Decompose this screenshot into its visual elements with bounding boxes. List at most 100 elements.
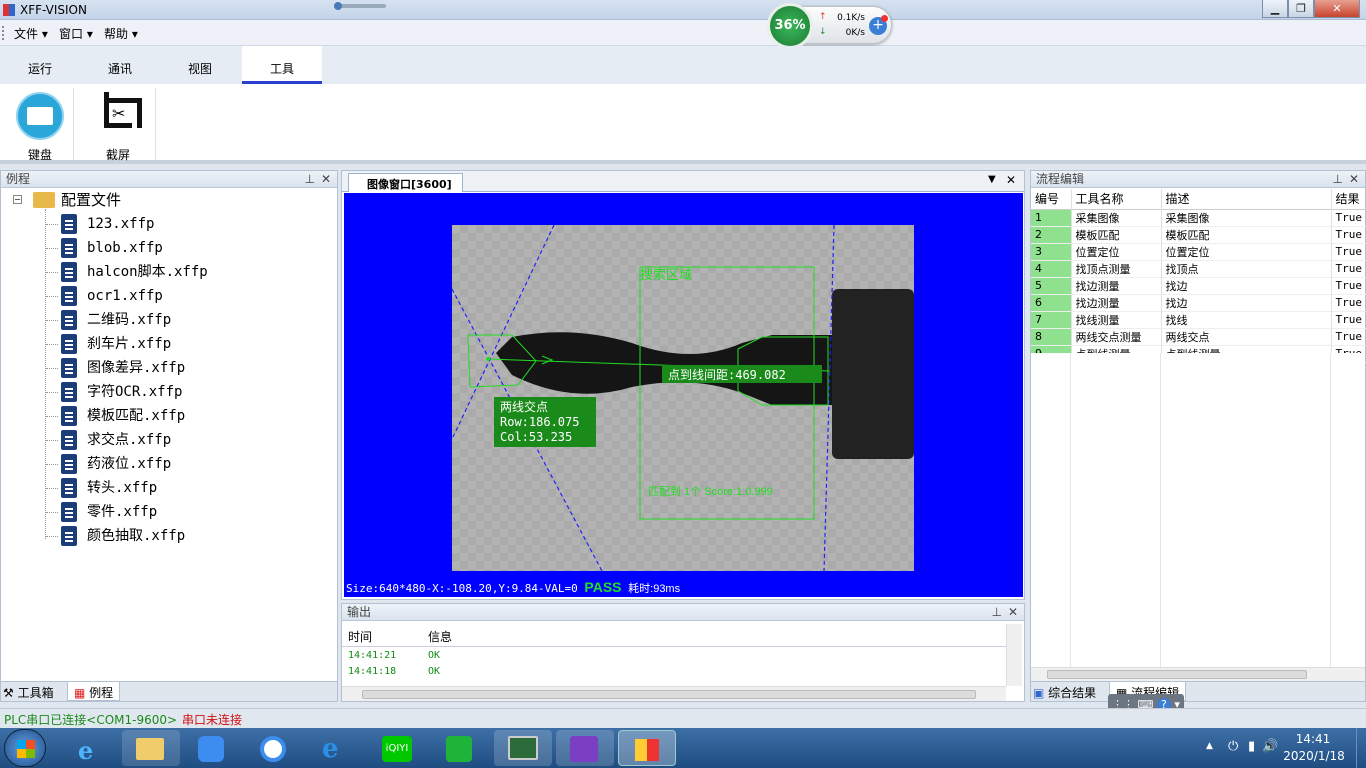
flow-row[interactable]: 2 模板匹配 模板匹配 True bbox=[1031, 226, 1366, 243]
tab-view[interactable]: 视图 bbox=[160, 60, 240, 77]
menu-file[interactable]: 文件 ▾ bbox=[14, 25, 48, 42]
tree-item[interactable]: 字符OCR.xffp bbox=[46, 381, 182, 403]
close-button[interactable]: ✕ bbox=[1314, 0, 1360, 18]
tree-item[interactable]: 图像差异.xffp bbox=[46, 357, 185, 379]
flow-col-result[interactable]: 结果 bbox=[1331, 189, 1366, 209]
flow-row[interactable]: 7 找线测量 找线 True bbox=[1031, 311, 1366, 328]
flow-row[interactable]: 6 找边测量 找边 True bbox=[1031, 294, 1366, 311]
pin-icon[interactable]: ⊥ bbox=[992, 604, 1002, 620]
flow-cell-result: True bbox=[1331, 226, 1366, 243]
pin-icon[interactable]: ⊥ bbox=[305, 171, 315, 187]
flow-col-desc[interactable]: 描述 bbox=[1161, 189, 1332, 209]
flow-cell-desc: 找边 bbox=[1161, 277, 1332, 294]
tab-dropdown-icon[interactable]: ▼ bbox=[988, 174, 996, 185]
flow-col-name[interactable]: 工具名称 bbox=[1071, 189, 1162, 209]
tray-expand-icon[interactable]: ▲ bbox=[1206, 741, 1213, 751]
tree-item[interactable]: 123.xffp bbox=[46, 213, 155, 235]
volume-icon[interactable]: 🔊 bbox=[1262, 739, 1278, 754]
keyboard-button[interactable]: 键盘 bbox=[6, 88, 74, 162]
file-icon bbox=[61, 526, 77, 546]
drive-taskbar-icon[interactable] bbox=[430, 730, 488, 766]
tree-item[interactable]: 颜色抽取.xffp bbox=[46, 525, 185, 547]
vision-app-taskbar-icon[interactable] bbox=[494, 730, 552, 766]
horizontal-scrollbar[interactable] bbox=[1031, 667, 1365, 681]
screenshot-button[interactable]: ✂ 截屏 bbox=[80, 88, 156, 162]
tree-item[interactable]: ocr1.xffp bbox=[46, 285, 163, 307]
flow-panel-header: 流程编辑 ⊥ ✕ bbox=[1031, 171, 1365, 188]
ie-taskbar-icon[interactable]: e bbox=[62, 730, 120, 766]
tab-run[interactable]: 运行 bbox=[0, 60, 80, 77]
close-icon[interactable]: ✕ bbox=[1008, 604, 1018, 620]
tree-item[interactable]: 二维码.xffp bbox=[46, 309, 171, 331]
tab-summary[interactable]: ▣ 综合结果 bbox=[1033, 684, 1096, 701]
table-row-info: OK bbox=[428, 666, 441, 677]
tree-connector bbox=[46, 248, 58, 249]
clock-time[interactable]: 14:41 bbox=[1286, 732, 1340, 746]
flow-cell-desc: 模板匹配 bbox=[1161, 226, 1332, 243]
flow-row[interactable]: 3 位置定位 位置定位 True bbox=[1031, 243, 1366, 260]
tree-item[interactable]: halcon脚本.xffp bbox=[46, 261, 208, 283]
tab-comm[interactable]: 通讯 bbox=[80, 60, 160, 77]
network-speed-widget[interactable]: 36% ↑ 0.1K/s ↓ 0K/s + bbox=[767, 3, 892, 49]
baidu-netdisk-taskbar-icon[interactable] bbox=[244, 730, 302, 766]
power-icon[interactable]: ⏻ bbox=[1228, 739, 1238, 754]
menu-window[interactable]: 窗口 ▾ bbox=[59, 25, 93, 42]
vertical-scrollbar[interactable] bbox=[1006, 624, 1022, 686]
tab-toolbox[interactable]: ⚒ 工具箱 bbox=[3, 684, 54, 701]
flow-cell-name: 采集图像 bbox=[1071, 209, 1162, 226]
minimize-button[interactable]: ▁ bbox=[1262, 0, 1288, 18]
ie-browser-taskbar-icon[interactable]: e bbox=[306, 730, 364, 766]
flow-cell-name: 找边测量 bbox=[1071, 277, 1162, 294]
tree-item[interactable]: 转头.xffp bbox=[46, 477, 157, 499]
flow-row[interactable]: 1 采集图像 采集图像 True bbox=[1031, 209, 1366, 226]
output-col-info[interactable]: 信息 bbox=[428, 628, 452, 645]
flow-row[interactable]: 5 找边测量 找边 True bbox=[1031, 277, 1366, 294]
horizontal-scrollbar[interactable] bbox=[342, 686, 1006, 701]
file-icon bbox=[61, 406, 77, 426]
tab-examples[interactable]: ▦ 例程 bbox=[67, 682, 121, 701]
tree-connector bbox=[46, 320, 58, 321]
tree-item[interactable]: 刹车片.xffp bbox=[46, 333, 171, 355]
iqiyi-taskbar-icon[interactable]: iQIYI bbox=[368, 730, 426, 766]
feishu-taskbar-icon[interactable] bbox=[182, 730, 240, 766]
tree-item[interactable]: 模板匹配.xffp bbox=[46, 405, 185, 427]
menu-help[interactable]: 帮助 ▾ bbox=[104, 25, 138, 42]
tree-connector bbox=[46, 464, 58, 465]
tab-image-window[interactable]: 图像窗口[3600] bbox=[348, 173, 463, 192]
keyboard-icon bbox=[16, 92, 64, 140]
pin-icon[interactable]: ⊥ bbox=[1333, 171, 1343, 187]
tree-item[interactable]: 零件.xffp bbox=[46, 501, 157, 523]
flow-cell-id: 6 bbox=[1031, 294, 1072, 311]
start-button[interactable] bbox=[4, 729, 46, 767]
flow-col-id[interactable]: 编号 bbox=[1031, 189, 1072, 209]
explorer-taskbar-icon[interactable] bbox=[122, 730, 180, 766]
volume-slider[interactable] bbox=[334, 2, 386, 10]
inspection-image: 搜索区域 点到线间距:469.082 两线交点 Row:186.075 Col:… bbox=[452, 225, 914, 571]
tree-collapse-icon[interactable]: − bbox=[13, 195, 22, 204]
flow-cell-desc: 采集图像 bbox=[1161, 209, 1332, 226]
tree-item-label: 123.xffp bbox=[87, 216, 155, 232]
xff-vision-taskbar-icon[interactable] bbox=[618, 730, 676, 766]
image-canvas[interactable]: 搜索区域 点到线间距:469.082 两线交点 Row:186.075 Col:… bbox=[344, 193, 1023, 597]
download-speed: 0K/s bbox=[845, 28, 865, 38]
visual-studio-taskbar-icon[interactable] bbox=[556, 730, 614, 766]
flow-row[interactable]: 4 找顶点测量 找顶点 True bbox=[1031, 260, 1366, 277]
tree-item[interactable]: 求交点.xffp bbox=[46, 429, 171, 451]
tab-tools[interactable]: 工具 bbox=[242, 46, 322, 84]
network-icon[interactable]: ▮ bbox=[1248, 739, 1255, 754]
show-desktop-button[interactable] bbox=[1356, 728, 1366, 768]
clock-date[interactable]: 2020/1/18 bbox=[1280, 749, 1348, 763]
maximize-button[interactable]: ❐ bbox=[1288, 0, 1314, 18]
close-icon[interactable]: ✕ bbox=[1006, 173, 1016, 187]
output-col-time[interactable]: 时间 bbox=[348, 628, 372, 645]
tree-item[interactable]: 药液位.xffp bbox=[46, 453, 171, 475]
close-icon[interactable]: ✕ bbox=[1349, 171, 1359, 187]
flow-cell-result: True bbox=[1331, 209, 1366, 226]
tree-item[interactable]: blob.xffp bbox=[46, 237, 163, 259]
elapsed-time: 耗时:93ms bbox=[628, 583, 681, 595]
flow-cell-result: True bbox=[1331, 311, 1366, 328]
close-icon[interactable]: ✕ bbox=[321, 171, 331, 187]
flow-row[interactable]: 8 两线交点测量 两线交点 True bbox=[1031, 328, 1366, 345]
tree-connector bbox=[46, 440, 58, 441]
tree-root-label[interactable]: 配置文件 bbox=[61, 189, 121, 210]
